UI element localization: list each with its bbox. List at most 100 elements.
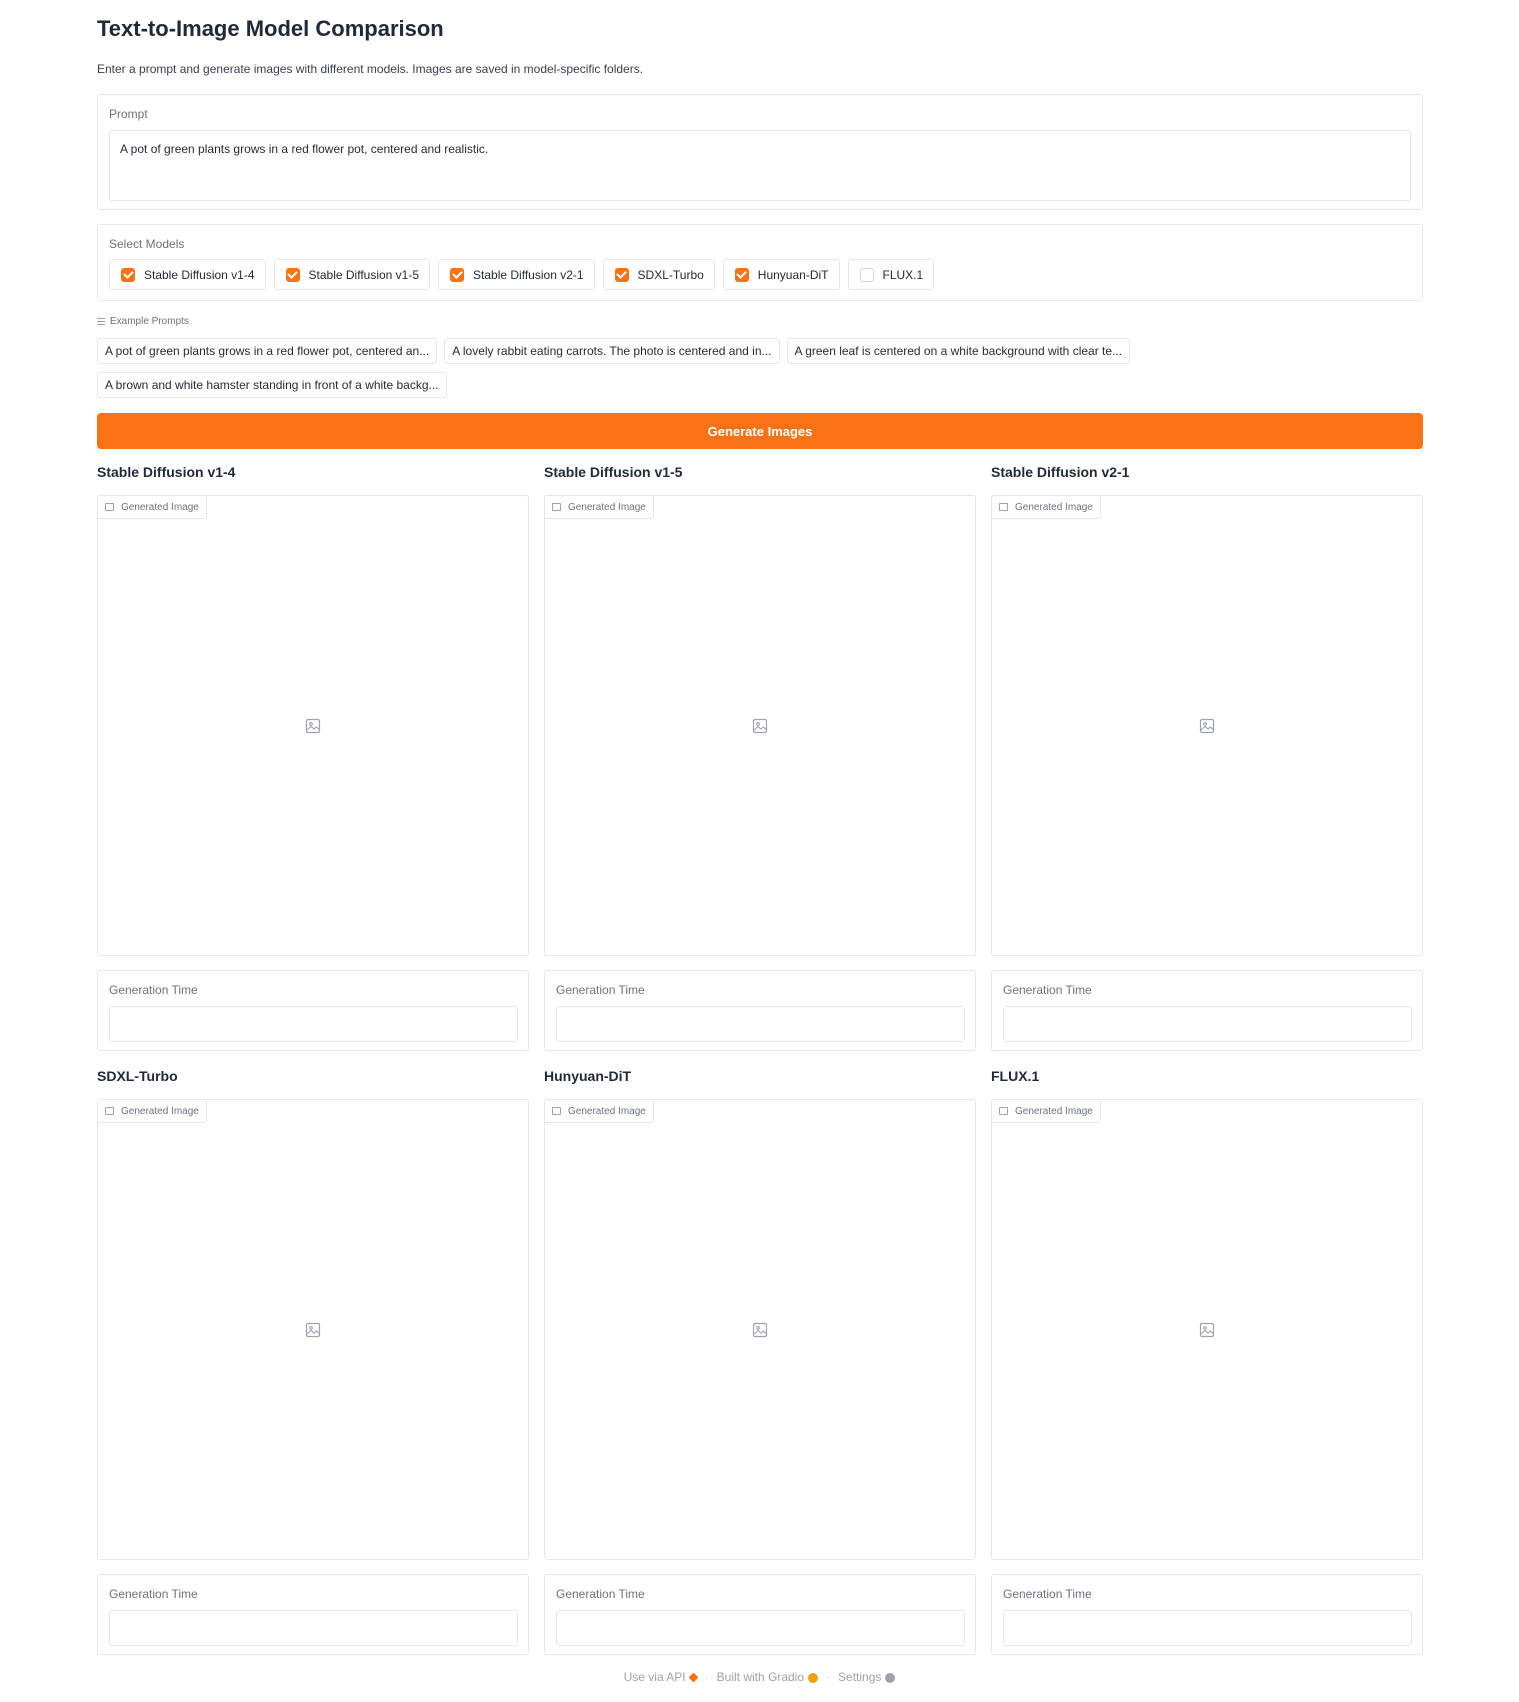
image-icon (105, 1107, 114, 1115)
list-icon (97, 318, 105, 325)
generation-time-panel: Generation Time (544, 1574, 976, 1655)
page-subtitle: Enter a prompt and generate images with … (97, 62, 644, 76)
built-with-gradio-label: Built with Gradio (716, 1670, 805, 1684)
generated-image-panel[interactable]: Generated Image (991, 1099, 1423, 1560)
image-label: Generated Image (121, 1105, 199, 1117)
generation-time-field[interactable] (1003, 1610, 1412, 1646)
example-prompts-label: Example Prompts (110, 316, 189, 327)
generated-image-panel[interactable]: Generated Image (97, 495, 529, 956)
settings-link[interactable]: Settings (838, 1670, 896, 1684)
example-prompt-button[interactable]: A lovely rabbit eating carrots. The phot… (444, 338, 780, 364)
generated-image-panel[interactable]: Generated Image (97, 1099, 529, 1560)
image-label-tag: Generated Image (98, 496, 207, 519)
gradio-logo-icon (808, 1672, 819, 1683)
generation-time-label: Generation Time (1003, 1587, 1092, 1601)
image-placeholder-icon (752, 718, 768, 733)
model-option-label: Stable Diffusion v1-5 (308, 267, 420, 282)
gear-icon (885, 1672, 896, 1683)
generation-time-field[interactable] (1003, 1006, 1412, 1042)
generation-time-panel: Generation Time (97, 970, 529, 1051)
image-label-tag: Generated Image (545, 496, 654, 519)
model-option-flux-1[interactable]: FLUX.1 (847, 259, 935, 290)
image-label-tag: Generated Image (545, 1100, 654, 1123)
output-title: Stable Diffusion v1-5 (544, 464, 683, 480)
footer: Use via API · Built with Gradio · Settin… (0, 1670, 1519, 1684)
model-option-sd-v1-5[interactable]: Stable Diffusion v1-5 (273, 259, 431, 290)
prompt-label: Prompt (109, 107, 148, 121)
image-label: Generated Image (1015, 501, 1093, 513)
use-via-api-link[interactable]: Use via API (623, 1670, 699, 1684)
generation-time-panel: Generation Time (544, 970, 976, 1051)
image-label: Generated Image (1015, 1105, 1093, 1117)
model-option-sd-v2-1[interactable]: Stable Diffusion v2-1 (438, 259, 595, 290)
prompt-textarea[interactable]: A pot of green plants grows in a red flo… (109, 130, 1411, 201)
image-placeholder-icon (305, 1322, 321, 1337)
image-icon (552, 1107, 561, 1115)
generation-time-panel: Generation Time (991, 1574, 1423, 1655)
image-label-tag: Generated Image (98, 1100, 207, 1123)
generation-time-label: Generation Time (109, 983, 198, 997)
generation-time-label: Generation Time (1003, 983, 1092, 997)
example-prompts-header: Example Prompts (97, 316, 189, 327)
model-option-label: SDXL-Turbo (637, 267, 704, 282)
generation-time-label: Generation Time (556, 1587, 645, 1601)
select-models-label: Select Models (109, 237, 185, 251)
page-title: Text-to-Image Model Comparison (97, 16, 444, 41)
generation-time-field[interactable] (109, 1006, 518, 1042)
output-title: SDXL-Turbo (97, 1068, 178, 1084)
image-label: Generated Image (568, 1105, 646, 1117)
checkbox-checked-icon[interactable] (285, 267, 300, 282)
image-label: Generated Image (121, 501, 199, 513)
generation-time-panel: Generation Time (97, 1574, 529, 1655)
example-prompts-row-2: A brown and white hamster standing in fr… (97, 372, 447, 398)
image-icon (552, 503, 561, 511)
generation-time-field[interactable] (556, 1610, 965, 1646)
output-title: Stable Diffusion v1-4 (97, 464, 236, 480)
image-label-tag: Generated Image (992, 496, 1101, 519)
image-placeholder-icon (1199, 718, 1215, 733)
footer-separator: · (704, 1670, 709, 1684)
model-option-sd-v1-4[interactable]: Stable Diffusion v1-4 (109, 259, 266, 290)
model-option-sdxl-turbo[interactable]: SDXL-Turbo (602, 259, 715, 290)
example-prompt-button[interactable]: A pot of green plants grows in a red flo… (97, 338, 438, 364)
model-option-hunyuan-dit[interactable]: Hunyuan-DiT (722, 259, 840, 290)
generated-image-panel[interactable]: Generated Image (991, 495, 1423, 956)
generation-time-label: Generation Time (556, 983, 645, 997)
model-checkbox-group: Stable Diffusion v1-4 Stable Diffusion v… (109, 259, 935, 290)
model-option-label: FLUX.1 (882, 267, 924, 282)
image-label: Generated Image (568, 501, 646, 513)
image-placeholder-icon (1199, 1322, 1215, 1337)
model-option-label: Stable Diffusion v1-4 (144, 267, 255, 282)
output-title: Stable Diffusion v2-1 (991, 464, 1130, 480)
generation-time-field[interactable] (556, 1006, 965, 1042)
image-icon (105, 503, 114, 511)
rocket-icon (688, 1672, 699, 1683)
image-icon (999, 503, 1008, 511)
output-title: FLUX.1 (991, 1068, 1040, 1084)
image-label-tag: Generated Image (992, 1100, 1101, 1123)
select-models-panel: Select Models Stable Diffusion v1-4 Stab… (97, 224, 1423, 301)
model-option-label: Stable Diffusion v2-1 (473, 267, 584, 282)
prompt-panel: Prompt A pot of green plants grows in a … (97, 94, 1423, 210)
checkbox-unchecked-icon[interactable] (859, 267, 874, 282)
generation-time-field[interactable] (109, 1610, 518, 1646)
example-prompt-button[interactable]: A green leaf is centered on a white back… (786, 338, 1131, 364)
use-via-api-label: Use via API (623, 1670, 686, 1684)
example-prompts-row-1: A pot of green plants grows in a red flo… (97, 338, 1131, 364)
image-icon (999, 1107, 1008, 1115)
checkbox-checked-icon[interactable] (450, 267, 465, 282)
image-placeholder-icon (305, 718, 321, 733)
generation-time-panel: Generation Time (991, 970, 1423, 1051)
checkbox-checked-icon[interactable] (614, 267, 629, 282)
model-option-label: Hunyuan-DiT (757, 267, 829, 282)
checkbox-checked-icon[interactable] (121, 267, 135, 282)
generated-image-panel[interactable]: Generated Image (544, 1099, 976, 1560)
footer-separator: · (826, 1670, 831, 1684)
generation-time-label: Generation Time (109, 1587, 198, 1601)
generated-image-panel[interactable]: Generated Image (544, 495, 976, 956)
checkbox-checked-icon[interactable] (734, 267, 749, 282)
built-with-gradio-link[interactable]: Built with Gradio (716, 1670, 819, 1684)
example-prompt-button[interactable]: A brown and white hamster standing in fr… (97, 372, 447, 398)
generate-images-button[interactable]: Generate Images (97, 413, 1423, 449)
output-title: Hunyuan-DiT (544, 1068, 632, 1084)
